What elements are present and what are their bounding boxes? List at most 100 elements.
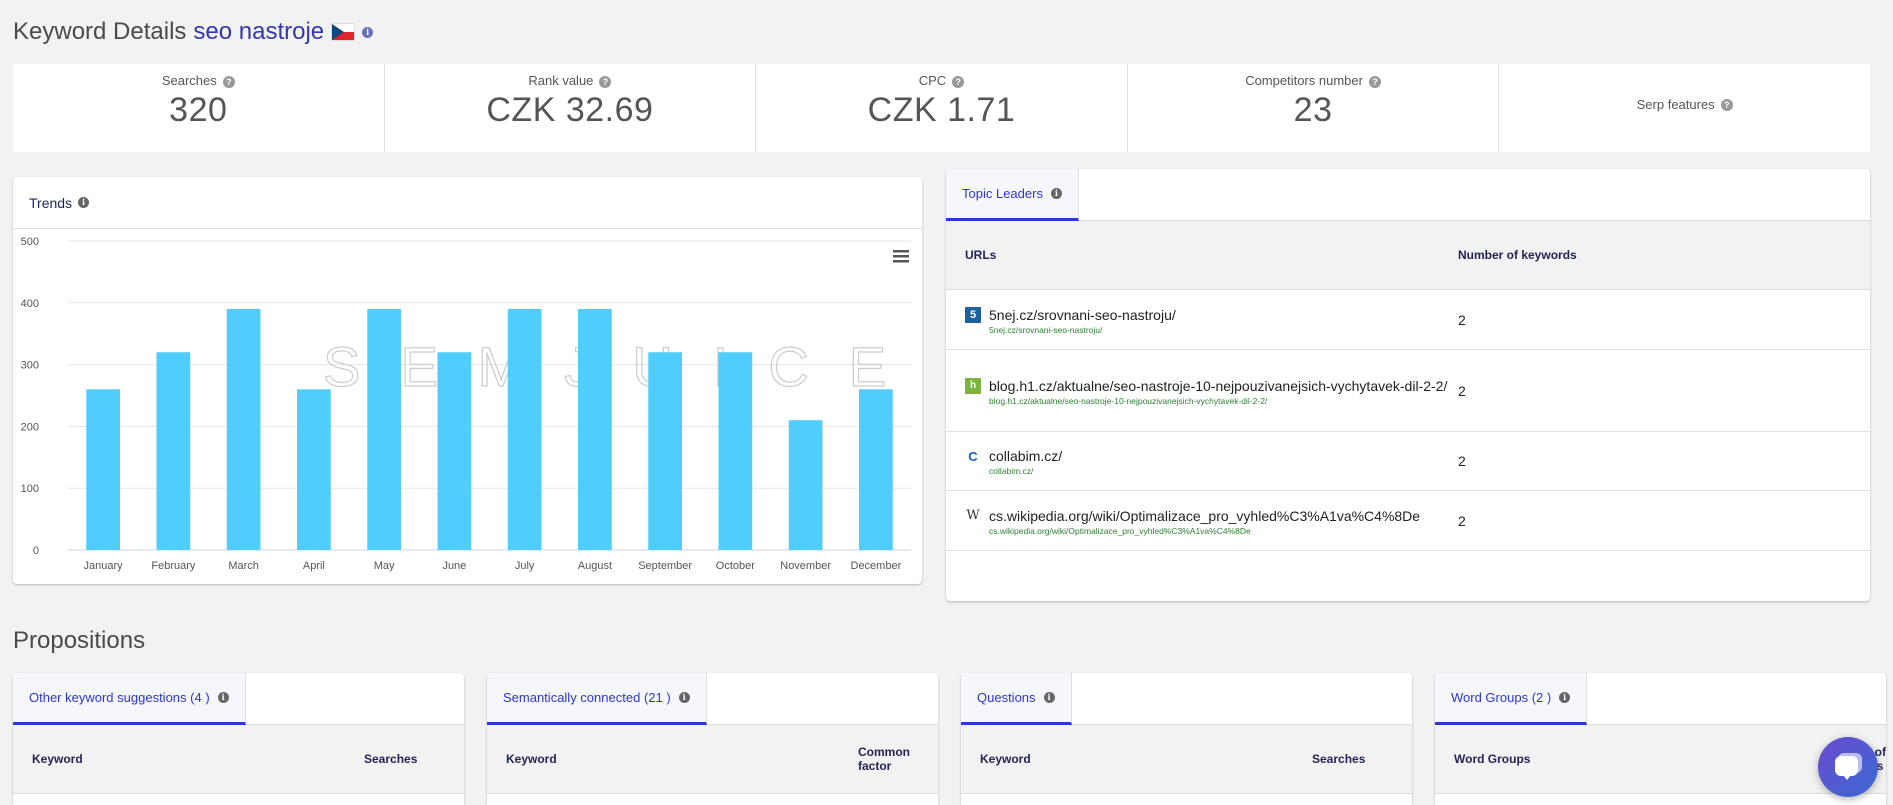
info-icon[interactable]: i (362, 26, 374, 38)
watermark-text: SEMJUICE (323, 335, 922, 398)
bar-december[interactable] (859, 389, 893, 550)
bar-may[interactable] (367, 308, 401, 550)
table-row: 5 5nej.cz/srovnani-seo-nastroju/ 5nej.cz… (946, 290, 1870, 350)
x-tick-label: February (151, 560, 196, 572)
help-icon[interactable]: ? (1720, 99, 1733, 112)
page-title-text: Keyword Details (13, 18, 187, 45)
info-icon[interactable]: i (1043, 692, 1055, 703)
bar-november[interactable] (788, 420, 823, 550)
help-icon[interactable]: ? (599, 75, 612, 88)
stat-label: Serp features (1636, 96, 1715, 112)
questions-card: Questions i Keyword Searches (961, 673, 1412, 805)
x-tick-label: June (442, 560, 466, 572)
url-link[interactable]: 5nej.cz/srovnani-seo-nastroju/ (989, 305, 1176, 325)
bar-july[interactable] (507, 308, 542, 550)
topic-leaders-card: Topic Leaders i URLs Number of keywords … (946, 169, 1870, 601)
tab-questions[interactable]: Questions i (961, 673, 1072, 725)
bar-august[interactable] (578, 308, 612, 550)
info-icon[interactable]: i (78, 197, 90, 208)
x-tick-label: January (84, 560, 124, 572)
y-tick-label: 100 (21, 483, 39, 495)
y-tick-label: 200 (21, 421, 39, 433)
bar-february[interactable] (156, 352, 191, 550)
column-searches[interactable]: Searches (1312, 752, 1412, 766)
stat-label: Rank value (528, 73, 594, 88)
info-icon[interactable]: i (1050, 188, 1062, 199)
czech-flag-icon (331, 23, 356, 41)
x-tick-label: August (578, 560, 612, 572)
tab-count: (4 ) (190, 690, 210, 705)
column-urls[interactable]: URLs (946, 248, 1458, 262)
column-keyword[interactable]: Keyword (13, 752, 364, 766)
y-tick-label: 300 (21, 360, 39, 372)
collabim-favicon-icon: C (968, 448, 978, 464)
keyword-count: 2 (1458, 382, 1466, 399)
stat-label: Competitors number (1245, 73, 1363, 88)
bar-april[interactable] (297, 389, 331, 550)
propositions-title: Propositions (13, 627, 146, 654)
bar-october[interactable] (718, 352, 753, 550)
y-tick-label: 0 (33, 545, 39, 557)
tab-label: Semantically connected (503, 690, 641, 705)
stat-label: Searches (161, 73, 217, 88)
x-tick-label: September (638, 560, 692, 572)
url-sub[interactable]: blog.h1.cz/aktualne/seo-nastroje-10-nejp… (989, 396, 1447, 406)
column-keyword[interactable]: Keyword (961, 752, 1312, 766)
h1-favicon-icon: h (965, 377, 981, 394)
x-tick-label: November (780, 560, 831, 572)
url-link[interactable]: cs.wikipedia.org/wiki/Optimalizace_pro_v… (989, 506, 1420, 526)
y-tick-label: 500 (21, 236, 39, 248)
tab-label: Other keyword suggestions (29, 690, 187, 705)
table-row: W cs.wikipedia.org/wiki/Optimalizace_pro… (946, 491, 1870, 551)
tab-word-groups[interactable]: Word Groups (2 ) i (1435, 673, 1588, 725)
page-title: Keyword Details seo nastroje i (13, 18, 374, 46)
url-link[interactable]: collabim.cz/ (989, 446, 1062, 466)
5nej-favicon-icon: 5 (965, 306, 981, 323)
url-sub[interactable]: collabim.cz/ (989, 466, 1062, 476)
keyword-count: 2 (1458, 453, 1466, 469)
hamburger-menu-icon[interactable] (893, 250, 909, 263)
info-icon[interactable]: i (1559, 692, 1571, 703)
tab-topic-leaders[interactable]: Topic Leaders i (946, 169, 1079, 221)
column-common-factor[interactable]: Common factor (858, 745, 938, 773)
stat-serp-features: Serp features? (1499, 64, 1870, 152)
help-icon[interactable]: ? (1368, 75, 1381, 88)
x-tick-label: May (374, 560, 395, 572)
help-icon[interactable]: ? (222, 75, 235, 88)
trends-card: Trends i SEMJUICE January February March Ap… (13, 177, 922, 584)
column-number-of-keywords[interactable]: Number of keywords (1458, 248, 1870, 262)
bar-march[interactable] (226, 308, 261, 550)
column-keyword[interactable]: Keyword (487, 752, 858, 766)
bar-june[interactable] (437, 352, 472, 550)
stat-rank-value: Rank value? CZK 32.69 (385, 64, 757, 152)
stat-value: CZK 1.71 (867, 91, 1016, 129)
bar-january[interactable] (86, 389, 120, 550)
tab-other-keyword-suggestions[interactable]: Other keyword suggestions (4 ) i (13, 673, 246, 725)
column-searches[interactable]: Searches (364, 752, 464, 766)
url-sub[interactable]: 5nej.cz/srovnani-seo-nastroju/ (989, 325, 1176, 335)
tab-count: (2 ) (1531, 690, 1552, 705)
info-icon[interactable]: i (678, 692, 690, 703)
tab-label: Word Groups (1451, 690, 1529, 705)
x-tick-label: December (851, 560, 902, 572)
column-word-groups[interactable]: Word Groups (1435, 752, 1826, 766)
stat-cpc: CPC? CZK 1.71 (756, 64, 1128, 152)
help-icon[interactable]: ? (952, 75, 965, 88)
url-link[interactable]: blog.h1.cz/aktualne/seo-nastroje-10-nejp… (989, 376, 1447, 396)
table-header: URLs Number of keywords (946, 221, 1870, 290)
tab-count: (21 ) (643, 690, 671, 705)
bar-september[interactable] (648, 352, 682, 550)
keyword-count: 2 (1458, 512, 1466, 529)
word-groups-card: Word Groups (2 ) i Word Groups Number of… (1435, 673, 1886, 805)
info-icon[interactable]: i (217, 692, 229, 703)
stats-bar: Searches? 320 Rank value? CZK 32.69 CPC?… (13, 64, 1870, 152)
x-tick-label: October (716, 560, 755, 572)
table-row: C collabim.cz/ collabim.cz/ 2 (946, 432, 1870, 491)
tab-semantically-connected[interactable]: Semantically connected (21 ) i (487, 673, 707, 725)
chat-widget-button[interactable] (1818, 737, 1878, 797)
trends-title: Trends (29, 194, 73, 211)
url-sub[interactable]: cs.wikipedia.org/wiki/Optimalizace_pro_v… (989, 526, 1420, 536)
trends-chart: SEMJUICE January February March April May Jun… (21, 236, 922, 572)
tab-label: Topic Leaders (962, 186, 1043, 201)
x-tick-label: April (303, 560, 325, 572)
